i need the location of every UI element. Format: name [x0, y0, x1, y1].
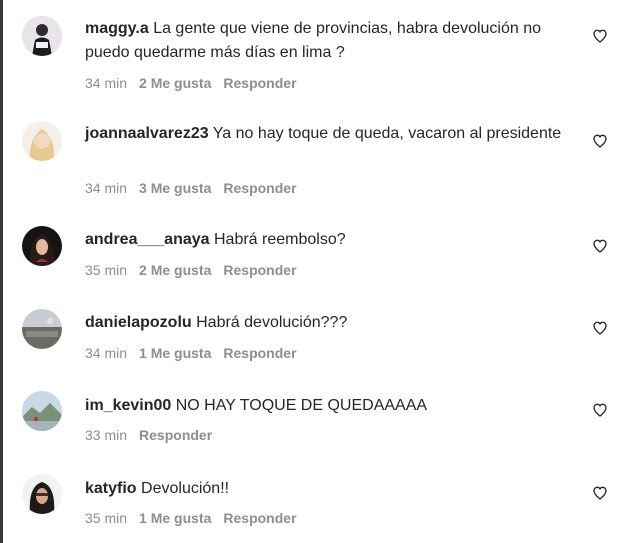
comment-username[interactable]: im_kevin00: [85, 397, 171, 414]
reply-button[interactable]: Responder: [223, 180, 296, 196]
reply-button[interactable]: Responder: [139, 427, 212, 443]
comment-username[interactable]: maggy.a: [85, 20, 149, 37]
window-edge: [0, 0, 3, 543]
likes-count[interactable]: 2 Me gusta: [139, 262, 211, 278]
comment-meta: 35 min 1 Me gusta Responder: [85, 509, 309, 527]
likes-count[interactable]: 1 Me gusta: [139, 510, 211, 526]
comment-body: Ya no hay toque de queda, vacaron al pre…: [212, 125, 562, 142]
comment-time[interactable]: 34 min: [85, 345, 127, 361]
comment-meta: 34 min 2 Me gusta Responder: [85, 74, 309, 92]
comment-body: Habrá devolución???: [196, 314, 348, 331]
comment-time[interactable]: 35 min: [85, 510, 127, 526]
avatar[interactable]: [22, 474, 62, 514]
comment-time[interactable]: 34 min: [85, 75, 127, 91]
comment-meta: 34 min 1 Me gusta Responder: [85, 344, 309, 362]
likes-count[interactable]: 3 Me gusta: [139, 180, 211, 196]
reply-button[interactable]: Responder: [223, 345, 296, 361]
reply-button[interactable]: Responder: [223, 510, 296, 526]
comment-time[interactable]: 33 min: [85, 427, 127, 443]
avatar[interactable]: [22, 226, 62, 266]
comment-text: maggy.a La gente que viene de provincias…: [85, 17, 565, 65]
heart-outline-icon[interactable]: [592, 485, 608, 501]
comment-username[interactable]: katyfio: [85, 480, 137, 497]
comment-username[interactable]: danielapozolu: [85, 314, 192, 331]
comment-username[interactable]: andrea___anaya: [85, 231, 210, 248]
heart-outline-icon[interactable]: [592, 28, 608, 44]
avatar[interactable]: [22, 16, 62, 56]
comment-text: andrea___anaya Habrá reembolso?: [85, 228, 565, 252]
likes-count[interactable]: 2 Me gusta: [139, 75, 211, 91]
comment-body: Devolución!!: [141, 480, 230, 497]
heart-outline-icon[interactable]: [592, 402, 608, 418]
comment-body: Habrá reembolso?: [213, 231, 346, 248]
avatar[interactable]: [22, 309, 62, 349]
likes-count[interactable]: 1 Me gusta: [139, 345, 211, 361]
comment-text: danielapozolu Habrá devolución???: [85, 311, 565, 335]
comment-text: katyfio Devolución!!: [85, 477, 565, 501]
comment-body: La gente que viene de provincias, habra …: [85, 20, 542, 61]
comment-meta: 35 min 2 Me gusta Responder: [85, 261, 309, 279]
reply-button[interactable]: Responder: [223, 75, 296, 91]
heart-outline-icon[interactable]: [592, 320, 608, 336]
reply-button[interactable]: Responder: [223, 262, 296, 278]
comment-username[interactable]: joannaalvarez23: [85, 125, 209, 142]
comment-body: NO HAY TOQUE DE QUEDAAAAA: [175, 397, 428, 414]
comment-meta: 33 min Responder: [85, 426, 224, 444]
comment-text: im_kevin00 NO HAY TOQUE DE QUEDAAAAA: [85, 394, 565, 418]
avatar[interactable]: [22, 121, 62, 161]
comment-time[interactable]: 35 min: [85, 262, 127, 278]
comment-text: joannaalvarez23 Ya no hay toque de queda…: [85, 122, 565, 146]
heart-outline-icon[interactable]: [592, 238, 608, 254]
comment-meta: 34 min 3 Me gusta Responder: [85, 179, 309, 197]
heart-outline-icon[interactable]: [592, 133, 608, 149]
avatar[interactable]: [22, 391, 62, 431]
comment-time[interactable]: 34 min: [85, 180, 127, 196]
